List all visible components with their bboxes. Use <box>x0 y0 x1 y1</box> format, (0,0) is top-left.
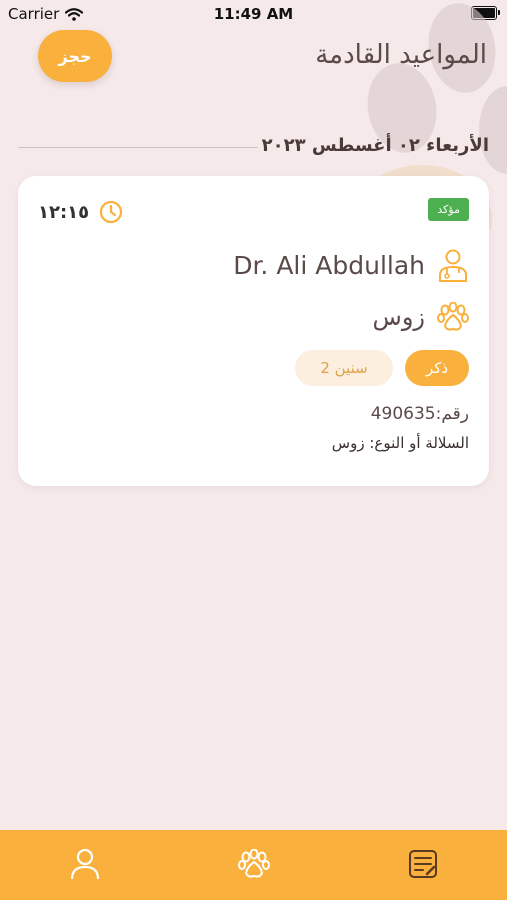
pet-breed: السلالة أو النوع: زوس <box>331 434 469 452</box>
doctor-row: Dr. Ali Abdullah <box>233 248 469 282</box>
battery-icon <box>471 6 500 20</box>
status-time: 11:49 AM <box>213 5 294 23</box>
tab-pets[interactable] <box>234 844 274 884</box>
paw-icon <box>437 302 469 331</box>
date-divider <box>18 147 258 148</box>
appointment-card[interactable]: ١٢:١٥ مؤكد Dr. Ali Abdullah زوس ذكر 2 سن… <box>18 176 489 486</box>
date-header: الأربعاء ٠٢ أغسطس ٢٠٢٣ <box>18 133 489 161</box>
appointments-icon <box>409 850 437 878</box>
age-tag: 2 سنين <box>295 350 393 386</box>
tab-bar <box>0 830 507 900</box>
time-text: ١٢:١٥ <box>38 201 90 223</box>
pet-name: زوس <box>372 303 425 331</box>
clock-icon <box>100 200 123 224</box>
pet-number: رقم:490635 <box>370 404 469 424</box>
gender-tag: ذكر <box>405 350 469 386</box>
tab-appointments[interactable] <box>403 844 443 884</box>
doctor-name: Dr. Ali Abdullah <box>233 250 425 280</box>
appointment-time: ١٢:١٥ <box>38 200 123 224</box>
date-label: الأربعاء ٠٢ أغسطس ٢٠٢٣ <box>261 135 489 156</box>
status-badge: مؤكد <box>428 198 469 221</box>
status-bar: Carrier 11:49 AM <box>0 0 507 28</box>
tab-profile[interactable] <box>65 844 105 884</box>
profile-icon <box>70 848 100 880</box>
pet-row: زوس <box>373 302 469 332</box>
paw-icon <box>238 849 270 878</box>
pet-tags: ذكر 2 سنين <box>295 350 469 386</box>
doctor-icon <box>439 249 467 282</box>
book-button[interactable]: حجز <box>38 30 112 82</box>
page-title: المواعيد القادمة <box>315 40 487 70</box>
